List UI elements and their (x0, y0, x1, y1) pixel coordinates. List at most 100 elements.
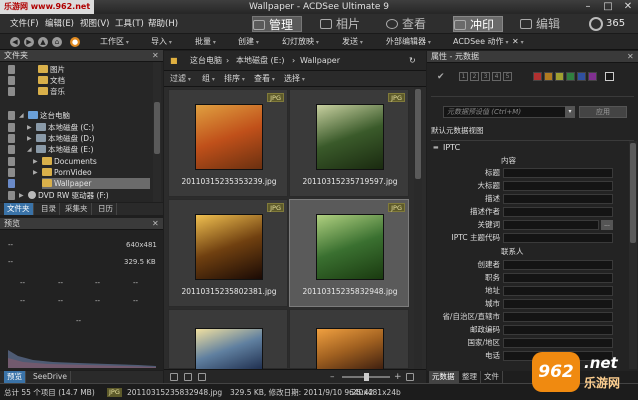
filter-button[interactable]: 过滤 (170, 71, 191, 88)
thumbnail-item[interactable] (168, 309, 288, 370)
crumb-drive-e[interactable]: 本地磁盘 (E:) (236, 51, 285, 71)
toolbar-actions[interactable]: ACDSee 动作 (453, 34, 508, 51)
toolbar-external-editor[interactable]: 外部编辑器 (386, 34, 431, 51)
refresh-icon[interactable]: ↻ (409, 51, 416, 71)
field-province-input[interactable] (503, 312, 613, 322)
field-headline-input[interactable] (503, 181, 613, 191)
back-icon[interactable]: ◀ (10, 37, 20, 47)
menu-edit[interactable]: 编辑(E) (45, 14, 74, 34)
field-address-input[interactable] (503, 286, 613, 296)
tree-item-pictures[interactable]: 图片 (8, 64, 65, 75)
field-country-input[interactable] (503, 338, 613, 348)
group-button[interactable]: 组 (202, 71, 215, 88)
view-mode-icon[interactable] (406, 373, 414, 381)
thumbnail-item-selected[interactable]: JPG 20110315235832948.jpg (289, 199, 409, 307)
up-icon[interactable]: ▲ (38, 37, 48, 47)
mode-photos-button[interactable]: 相片 (320, 16, 360, 32)
field-city-input[interactable] (503, 299, 613, 309)
label-1[interactable]: 1 (459, 72, 468, 81)
apply-button[interactable]: 应用 (579, 106, 627, 118)
folders-close-icon[interactable]: ✕ (152, 50, 159, 62)
rotate-right-icon[interactable] (184, 373, 192, 381)
tab-organize[interactable]: 整理 (459, 371, 481, 383)
color-label-clear[interactable] (605, 72, 614, 81)
field-title-input[interactable] (503, 168, 613, 178)
color-label-green[interactable] (566, 72, 575, 81)
field-job-title-input[interactable] (503, 273, 613, 283)
thumbnail-item[interactable]: JPG 20110315235719597.jpg (289, 89, 409, 197)
minimize-button[interactable]: – (578, 0, 598, 14)
toolbar-create[interactable]: 创建 (238, 34, 259, 51)
tab-file[interactable]: 文件 (481, 371, 503, 383)
field-keywords-input[interactable] (503, 220, 599, 230)
field-creator-input[interactable] (503, 260, 613, 270)
tree-item-pornvideo[interactable]: ▶ PornVideo (8, 167, 92, 178)
crumb-this-pc[interactable]: 这台电脑 (190, 51, 222, 71)
tab-preview[interactable]: 预览 (4, 371, 26, 383)
rotate-left-icon[interactable] (170, 373, 178, 381)
properties-close-icon[interactable]: ✕ (627, 51, 634, 63)
tab-collections[interactable]: 采集夹 (62, 203, 92, 215)
folders-scrollbar[interactable] (153, 62, 161, 202)
toolbar-batch[interactable]: 批量 (195, 34, 216, 51)
mode-manage-button[interactable]: 管理 (252, 16, 303, 32)
properties-scrollbar[interactable] (629, 141, 637, 369)
label-3[interactable]: 3 (481, 72, 490, 81)
tree-item-music[interactable]: 音乐 (8, 86, 65, 97)
field-postal-code-input[interactable] (503, 325, 613, 335)
keywords-more-button[interactable]: ... (601, 220, 613, 230)
tree-item-this-pc[interactable]: ◢ 这台电脑 (8, 110, 70, 121)
thumbnail-item[interactable]: JPG 20110315235353239.jpg (168, 89, 288, 197)
tree-item-drive-d[interactable]: ▶ 本地磁盘 (D:) (8, 133, 95, 144)
tree-item-documents[interactable]: 文档 (8, 75, 65, 86)
tab-catalog[interactable]: 目录 (38, 203, 60, 215)
sort-button[interactable]: 排序 (224, 71, 245, 88)
thumbnail-item[interactable]: JPG 20110315235802381.jpg (168, 199, 288, 307)
menu-help[interactable]: 帮助(H) (148, 14, 178, 34)
metadata-preset-select[interactable]: 元数据预设值 (Ctrl+M) (443, 106, 571, 118)
refresh-small-icon[interactable] (198, 373, 206, 381)
tree-item-drive-e[interactable]: ◢ 本地磁盘 (E:) (8, 144, 94, 155)
menu-view[interactable]: 视图(V) (80, 14, 109, 34)
home-icon[interactable]: ⌂ (52, 37, 62, 47)
tab-seedrive[interactable]: SeeDrive (30, 371, 71, 383)
check-icon[interactable]: ✔ (437, 72, 446, 82)
close-button[interactable]: ✕ (618, 0, 638, 14)
metadata-view-select[interactable]: 默认元数据视图 (431, 125, 634, 137)
collapse-icon[interactable]: ▬ (433, 144, 439, 151)
maximize-button[interactable]: □ (598, 0, 618, 14)
label-5[interactable]: 5 (503, 72, 512, 81)
menu-tools[interactable]: 工具(T) (115, 14, 144, 34)
tab-folders[interactable]: 文件夹 (4, 203, 34, 215)
tab-calendar[interactable]: 日历 (95, 203, 117, 215)
mode-view-button[interactable]: 查看 (386, 16, 426, 32)
browser-scrollbar[interactable] (414, 87, 422, 369)
zoom-out-icon[interactable]: – (330, 370, 338, 382)
preview-close-icon[interactable]: ✕ (152, 218, 159, 230)
color-label-blue[interactable] (577, 72, 586, 81)
toolbar-workspace[interactable]: 工作区 (100, 34, 129, 51)
zoom-in-icon[interactable]: + (394, 370, 402, 382)
crumb-wallpaper[interactable]: Wallpaper (300, 51, 340, 71)
forward-icon[interactable]: ▶ (24, 37, 34, 47)
tree-item-drive-c[interactable]: ▶ 本地磁盘 (C:) (8, 122, 94, 133)
field-description-input[interactable] (503, 194, 613, 204)
zoom-slider-knob[interactable] (364, 373, 369, 381)
color-label-red[interactable] (533, 72, 542, 81)
tree-item-wallpaper[interactable]: Wallpaper (8, 178, 150, 189)
label-4[interactable]: 4 (492, 72, 501, 81)
mode-edit-button[interactable]: 编辑 (520, 16, 560, 32)
toolbar-close-icon[interactable]: ✕ (512, 34, 524, 51)
tree-item-documents-folder[interactable]: ▶ Documents (8, 156, 97, 167)
view-button[interactable]: 查看 (254, 71, 275, 88)
field-description-writer-input[interactable] (503, 207, 613, 217)
toolbar-send[interactable]: 发送 (342, 34, 363, 51)
chevron-down-icon[interactable]: ▾ (565, 106, 575, 118)
mode-365-button[interactable]: 365 (606, 14, 625, 34)
toolbar-slideshow[interactable]: 幻灯放映 (282, 34, 319, 51)
field-iptc-subject-code-input[interactable] (503, 233, 613, 243)
thumbnail-item[interactable] (289, 309, 409, 370)
toolbar-import[interactable]: 导入 (151, 34, 172, 51)
tree-item-dvd[interactable]: ▶ DVD RW 驱动器 (F:) (8, 190, 109, 201)
color-label-purple[interactable] (588, 72, 597, 81)
